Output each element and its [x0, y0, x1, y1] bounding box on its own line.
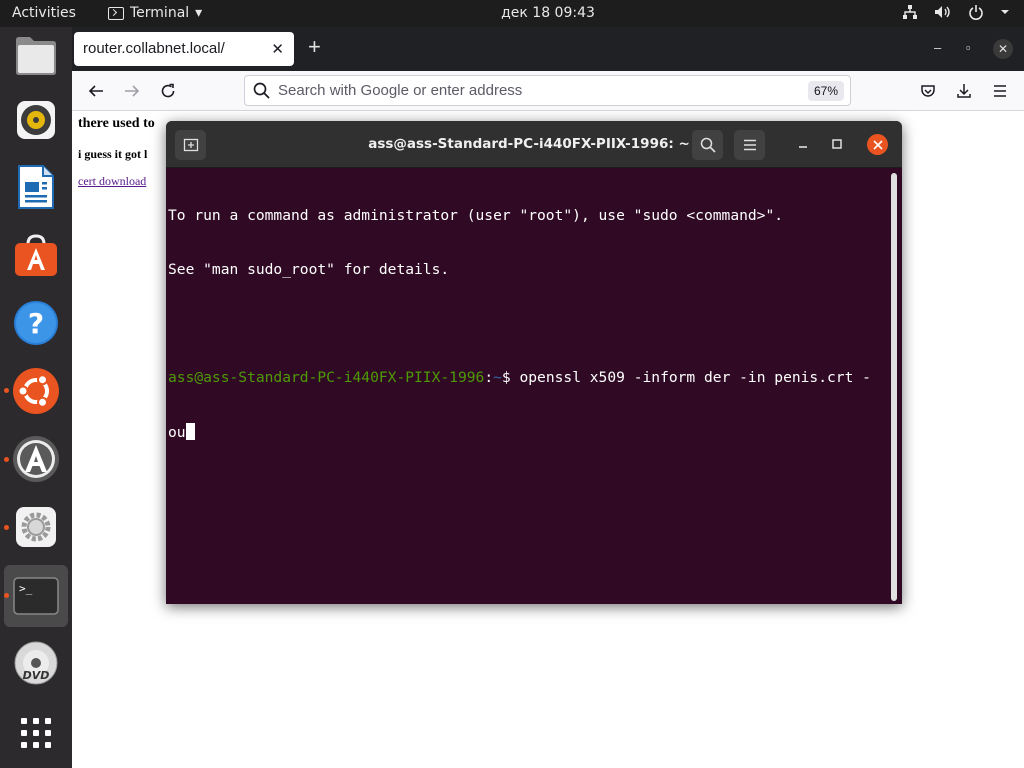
software-center-icon — [15, 234, 57, 276]
hamburger-icon — [994, 85, 1006, 97]
new-tab-button[interactable]: + — [308, 36, 321, 58]
minimize-icon[interactable] — [794, 135, 812, 153]
settings-icon — [16, 507, 56, 547]
window-close-button[interactable]: ✕ — [993, 39, 1013, 59]
search-icon — [253, 82, 270, 99]
running-indicator — [4, 457, 9, 462]
search-button[interactable] — [692, 130, 723, 160]
command-continuation: ou — [168, 423, 890, 441]
cert-download-link[interactable]: cert download — [78, 174, 146, 189]
terminal-headerbar: ass@ass-Standard-PC-i440FX-PIIX-1996: ~ — [166, 121, 902, 168]
prompt-sign: $ — [501, 369, 520, 386]
tab-title: router.collabnet.local/ — [83, 40, 225, 57]
dock-item-ubuntu[interactable] — [10, 365, 62, 417]
reload-icon — [161, 83, 175, 98]
pocket-icon — [921, 85, 935, 97]
rhythmbox-icon — [17, 101, 55, 139]
software-updater-icon — [13, 436, 59, 482]
page-heading: there used to — [78, 116, 155, 131]
dock-item-dvd[interactable]: DVD — [10, 637, 62, 689]
close-icon[interactable]: ✕ — [271, 40, 284, 58]
running-indicator — [4, 525, 9, 530]
dock-item-software[interactable] — [10, 229, 62, 281]
libreoffice-writer-icon — [18, 165, 54, 209]
tab-strip: router.collabnet.local/ ✕ + – ▫ ✕ — [72, 27, 1024, 71]
dock-item-writer[interactable] — [10, 161, 62, 213]
url-input[interactable]: Search with Google or enter address — [278, 82, 522, 99]
forward-button[interactable] — [120, 79, 144, 103]
dock-item-settings[interactable] — [10, 501, 62, 553]
close-icon — [872, 139, 883, 150]
dock-item-files[interactable] — [10, 29, 62, 81]
dock-item-terminal[interactable]: >_ — [10, 570, 62, 622]
browser-tab[interactable]: router.collabnet.local/ ✕ — [74, 32, 294, 66]
output-line: See "man sudo_root" for details. — [168, 261, 450, 278]
page-subtext: i guess it got l — [78, 147, 148, 161]
output-line: To run a command as administrator (user … — [168, 207, 784, 224]
files-icon — [16, 37, 56, 75]
dock-item-updater[interactable] — [10, 433, 62, 485]
chevron-down-icon — [1001, 10, 1009, 14]
reload-button[interactable] — [156, 79, 180, 103]
prompt-path: ~ — [493, 369, 502, 386]
terminal-output[interactable]: To run a command as administrator (user … — [168, 171, 890, 601]
terminal-title: ass@ass-Standard-PC-i440FX-PIIX-1996: ~ — [368, 136, 690, 152]
downloads-button[interactable] — [952, 79, 976, 103]
svg-text:?: ? — [28, 307, 44, 340]
hamburger-icon — [743, 139, 756, 151]
close-button[interactable] — [867, 134, 888, 155]
search-icon — [700, 137, 716, 153]
text-cursor — [185, 423, 195, 440]
arrow-right-icon — [125, 85, 140, 97]
dock-item-show-apps[interactable] — [10, 707, 62, 759]
ubuntu-icon — [13, 368, 59, 414]
back-button[interactable] — [84, 79, 108, 103]
url-bar[interactable]: Search with Google or enter address 67% — [244, 75, 851, 106]
running-indicator — [4, 388, 9, 393]
menu-button[interactable] — [988, 79, 1012, 103]
scrollbar[interactable] — [891, 173, 897, 601]
maximize-button[interactable]: ▫ — [966, 40, 971, 55]
dock: ? >_ DVD — [0, 27, 72, 768]
prompt-user: ass@ass-Standard-PC-i440FX-PIIX-1996 — [168, 369, 485, 386]
maximize-icon[interactable] — [828, 135, 846, 153]
top-bar: Activities Terminal ▾ дек 18 09:43 — [0, 0, 1024, 27]
terminal-window: ass@ass-Standard-PC-i440FX-PIIX-1996: ~ … — [166, 121, 902, 604]
clock[interactable]: дек 18 09:43 — [0, 5, 1024, 21]
dock-item-rhythmbox[interactable] — [10, 94, 62, 146]
zoom-indicator[interactable]: 67% — [807, 81, 844, 101]
prompt-line: ass@ass-Standard-PC-i440FX-PIIX-1996:~$ … — [168, 369, 890, 387]
command-text: openssl x509 -inform der -in penis.crt - — [519, 369, 871, 386]
power-icon — [969, 5, 983, 20]
svg-text:DVD: DVD — [23, 669, 50, 682]
menu-button[interactable] — [734, 130, 765, 160]
arrow-left-icon — [88, 85, 103, 97]
terminal-icon: >_ — [13, 577, 59, 615]
grid-icon — [21, 718, 51, 748]
minimize-button[interactable]: – — [934, 40, 941, 55]
running-indicator — [4, 593, 9, 598]
system-tray[interactable] — [902, 4, 1010, 20]
navigation-bar: Search with Google or enter address 67% — [72, 71, 1024, 111]
volume-icon — [935, 6, 950, 18]
command-wrap: ou — [168, 424, 186, 441]
dock-item-help[interactable]: ? — [10, 297, 62, 349]
pocket-button[interactable] — [916, 79, 940, 103]
download-icon — [957, 84, 971, 98]
help-icon: ? — [14, 301, 58, 345]
prompt-separator: : — [484, 369, 494, 386]
dvd-icon: DVD — [14, 641, 58, 685]
svg-text:>_: >_ — [19, 582, 33, 595]
network-icon — [903, 5, 917, 19]
